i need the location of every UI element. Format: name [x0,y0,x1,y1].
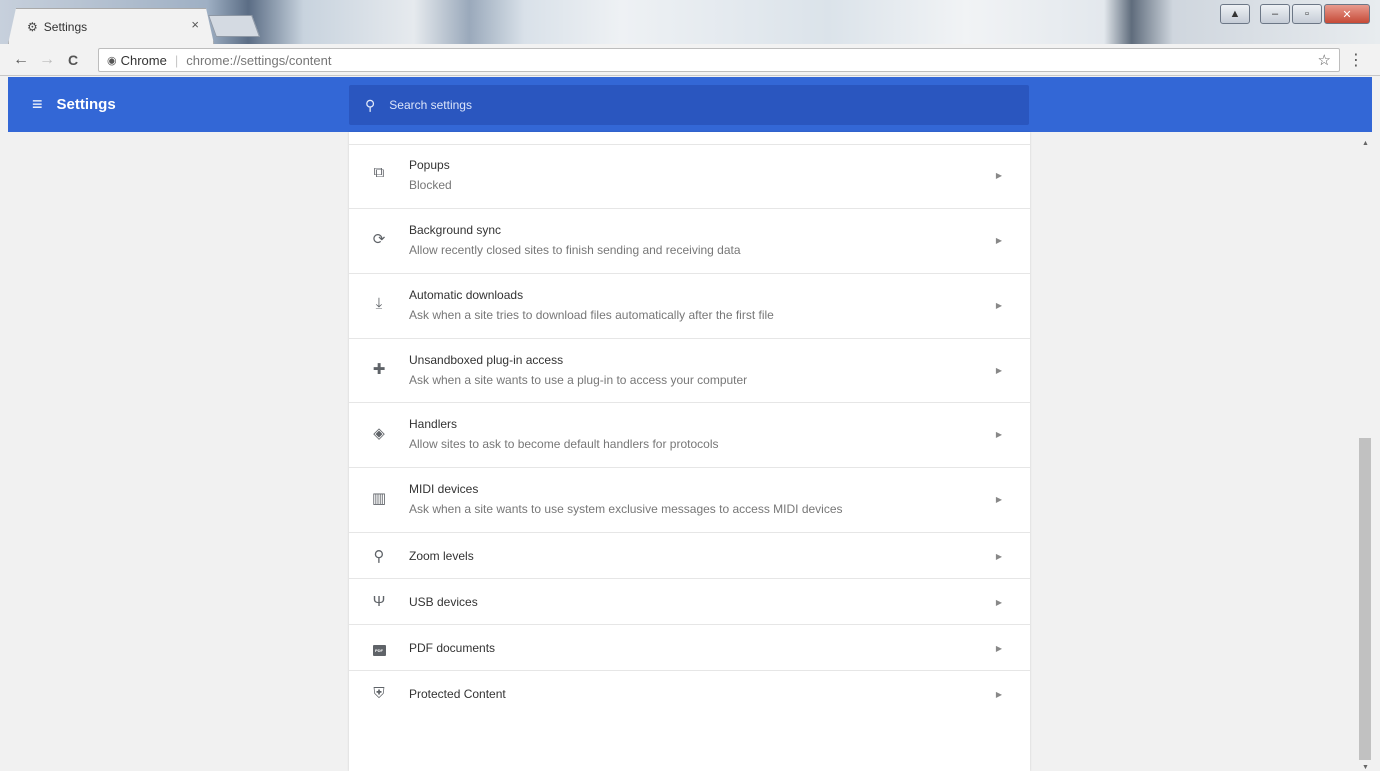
setting-subtext: Ask when a site tries to download files … [409,308,774,322]
gear-icon: ⚙ [27,19,38,34]
setting-row-handlers[interactable]: ◈ Handlers Allow sites to ask to become … [349,403,1030,468]
browser-toolbar: ← → C ◉ Chrome | chrome://settings/conte… [0,44,1380,76]
chevron-right-icon: ▶ [995,598,1002,607]
scrollbar-thumb[interactable] [1359,438,1371,760]
scroll-up-arrow-icon[interactable]: ▲ [1362,140,1369,147]
setting-row-popups[interactable]: ⧉ Popups Blocked ▶ [349,145,1030,209]
setting-label: Popups [409,158,450,172]
setting-label: Unsandboxed plug-in access [409,353,564,367]
hamburger-menu-icon[interactable]: ≡ [32,94,43,115]
setting-subtext: Allow recently closed sites to finish se… [409,243,741,257]
chrome-icon: ◉ [107,54,117,67]
page-title: Settings [56,96,116,113]
setting-label: USB devices [409,595,478,609]
chevron-right-icon: ▶ [995,301,1002,310]
search-input[interactable] [389,98,990,112]
setting-label: MIDI devices [409,482,479,496]
setting-row-unsandboxed-plugin[interactable]: ✚ Unsandboxed plug-in access Ask when a … [349,339,1030,403]
setting-subtext: Ask when a site wants to use system excl… [409,502,843,516]
setting-label: Automatic downloads [409,288,524,302]
setting-subtext: Blocked [409,178,452,192]
setting-row-usb-devices[interactable]: Ψ USB devices ▶ [349,579,1030,625]
chevron-right-icon: ▶ [995,644,1002,653]
forward-button[interactable]: → [36,51,58,69]
window-controls: ▲ – ▫ ✕ [1220,4,1370,24]
new-tab-button[interactable] [207,15,261,37]
setting-label: Handlers [409,417,458,431]
reload-button[interactable]: C [62,52,84,68]
tab-close-button[interactable]: × [191,17,199,32]
setting-row-background-sync[interactable]: ⟳ Background sync Allow recently closed … [349,209,1030,274]
minimize-button[interactable]: – [1260,4,1290,24]
vertical-scrollbar[interactable]: ▲ ▼ [1358,132,1372,771]
sync-icon: ⟳ [372,231,386,248]
user-button[interactable]: ▲ [1220,4,1250,24]
chevron-right-icon: ▶ [995,690,1002,699]
chevron-right-icon: ▶ [995,495,1002,504]
chevron-right-icon: ▶ [995,430,1002,439]
setting-row-protected-content[interactable]: ⛨ Protected Content ▶ [349,671,1030,717]
address-bar[interactable]: ◉ Chrome | chrome://settings/content ☆ [98,48,1340,72]
zoom-icon: ⚲ [373,548,385,565]
popup-icon: ⧉ [373,164,385,181]
pdf-icon: PDF [369,639,389,656]
scroll-down-arrow-icon[interactable]: ▼ [1362,764,1369,771]
maximize-button[interactable]: ▫ [1292,4,1322,24]
download-icon: ⤓ [375,295,383,312]
chevron-right-icon: ▶ [995,236,1002,245]
title-bar: ⚙ Settings × ▲ – ▫ ✕ [0,0,1380,44]
bookmark-star-icon[interactable]: ☆ [1318,51,1331,69]
url-separator: | [174,52,179,68]
usb-icon: Ψ [372,593,386,610]
setting-label: Zoom levels [409,549,474,563]
setting-row-midi-devices[interactable]: ▥ MIDI devices Ask when a site wants to … [349,468,1030,533]
close-window-button[interactable]: ✕ [1324,4,1370,24]
search-icon: ⚲ [365,96,376,113]
setting-label: Background sync [409,223,502,237]
settings-header: ≡ Settings ⚲ [8,77,1372,132]
handlers-icon: ◈ [373,425,385,442]
setting-row-pdf-documents[interactable]: PDF PDF documents ▶ [349,625,1030,671]
browser-menu-button[interactable]: ⋮ [1348,50,1364,70]
tab-settings[interactable]: ⚙ Settings × [8,8,214,44]
setting-subtext: Allow sites to ask to become default han… [409,437,719,451]
search-box[interactable]: ⚲ [349,85,1029,125]
shield-icon: ⛨ [373,685,385,702]
setting-row-automatic-downloads[interactable]: ⤓ Automatic downloads Ask when a site tr… [349,274,1030,339]
chevron-right-icon: ▶ [995,366,1002,375]
setting-label: Protected Content [409,687,506,701]
chevron-right-icon: ▶ [995,552,1002,561]
puzzle-icon: ✚ [372,361,386,378]
midi-icon: ▥ [371,490,387,507]
back-button[interactable]: ← [10,51,32,69]
setting-row-zoom-levels[interactable]: ⚲ Zoom levels ▶ [349,533,1030,579]
pdf-glyph: PDF [372,645,386,656]
tab-title: Settings [43,19,88,34]
setting-subtext: Ask when a site wants to use a plug-in t… [409,373,748,387]
url-text: chrome://settings/content [186,52,332,68]
chevron-right-icon: ▶ [995,171,1002,180]
url-origin: Chrome [120,52,167,68]
setting-label: PDF documents [409,641,496,655]
settings-card: ⧉ Popups Blocked ▶ ⟳ Background sync All… [349,132,1030,771]
